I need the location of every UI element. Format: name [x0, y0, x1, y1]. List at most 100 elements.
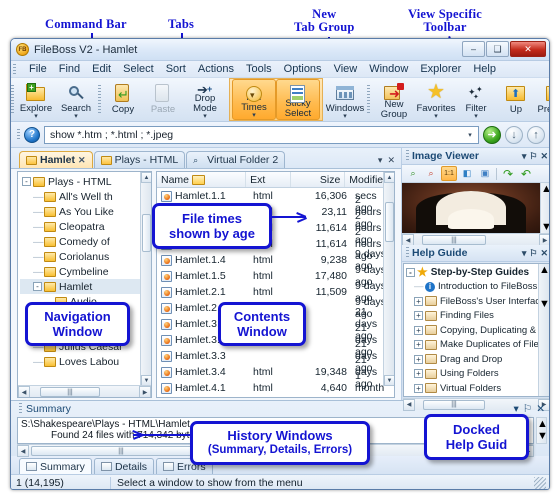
tree-expander-icon[interactable]: +: [414, 369, 423, 379]
column-chooser-icon[interactable]: [192, 174, 206, 185]
menu-item-help[interactable]: Help: [467, 62, 502, 76]
chevron-down-icon[interactable]: ▾: [203, 113, 207, 120]
tree-node[interactable]: — Coriolanus: [20, 249, 151, 264]
column-header-name[interactable]: Name: [157, 172, 247, 187]
arrow-down-icon[interactable]: ↓: [505, 125, 523, 144]
tree-vertical-scrollbar[interactable]: ▲ ▼: [140, 172, 151, 386]
close-button[interactable]: ✕: [510, 41, 546, 57]
tree-node[interactable]: — Loves Labou: [20, 354, 151, 369]
table-row[interactable]: Hamlet.4.1html4,6401 month ago: [157, 370, 394, 397]
scroll-down-icon[interactable]: ▼: [384, 375, 394, 386]
zoom-out-icon[interactable]: ⌕: [423, 166, 439, 181]
tree-expander-icon[interactable]: +: [414, 296, 423, 306]
help-guide-tree[interactable]: - ★ Step-by-Step Guides — i Introduction to F…: [404, 264, 538, 396]
toolbar-button-drop-mode[interactable]: ➔ + Drop Mode ▾: [183, 78, 227, 121]
actual-size-icon[interactable]: 1:1: [441, 166, 457, 181]
help-tree-node[interactable]: + Finding Files: [404, 309, 538, 324]
pin-icon[interactable]: ⚐: [529, 248, 537, 259]
toolbar-button-up[interactable]: ⬆ Up: [496, 78, 536, 121]
tree-node[interactable]: — All's Well th: [20, 189, 151, 204]
help-tree-node[interactable]: + Drag and Drop: [404, 352, 538, 367]
help-tree-node[interactable]: + Copying, Duplicating & Mo: [404, 323, 538, 338]
help-tree-node[interactable]: + Make Duplicates of Files,: [404, 338, 538, 353]
menu-item-options[interactable]: Options: [278, 62, 328, 76]
tree-expander-icon[interactable]: +: [414, 340, 423, 350]
tree-node[interactable]: — Comedy of: [20, 234, 151, 249]
pin-icon[interactable]: ⚐: [523, 403, 532, 415]
tree-expander-icon[interactable]: -: [22, 177, 31, 186]
scroll-down-icon[interactable]: ▼: [539, 298, 549, 310]
toolbar-button-previous[interactable]: ⬅Previous: [536, 78, 549, 121]
history-tab-details[interactable]: Details: [93, 458, 155, 474]
close-icon[interactable]: ✕: [540, 151, 548, 162]
scroll-down-icon[interactable]: ▼: [541, 221, 549, 233]
scroll-up-icon[interactable]: ▲: [539, 264, 549, 276]
menu-item-actions[interactable]: Actions: [192, 62, 240, 76]
scroll-up-icon[interactable]: ▲: [541, 183, 549, 195]
tab-plays-html[interactable]: Plays - HTML: [93, 151, 186, 168]
help-tree-node[interactable]: + Using Folders: [404, 367, 538, 382]
rotate-right-icon[interactable]: ↷: [500, 166, 516, 181]
tree-expander-icon[interactable]: +: [414, 383, 423, 393]
menu-item-sort[interactable]: Sort: [160, 62, 192, 76]
scroll-thumb[interactable]: [142, 214, 151, 252]
tab-hamlet[interactable]: Hamlet ✕: [19, 151, 93, 168]
hscroll-thumb[interactable]: |||: [40, 387, 100, 397]
arrow-up-icon[interactable]: ↑: [527, 125, 545, 144]
help-icon[interactable]: ?: [24, 126, 40, 143]
hscroll-thumb[interactable]: |||: [31, 446, 211, 456]
menu-item-edit[interactable]: Edit: [86, 62, 117, 76]
chevron-down-icon[interactable]: ▾: [252, 112, 256, 119]
help-tree-node[interactable]: + FileBoss's User Interface: [404, 294, 538, 309]
tab-close-icon[interactable]: ✕: [387, 155, 395, 166]
image-vertical-scrollbar[interactable]: ▲ ▼: [540, 183, 549, 233]
toolbar-button-explore[interactable]: + Explore ▾: [16, 78, 56, 121]
menu-item-window[interactable]: Window: [363, 62, 414, 76]
tree-node[interactable]: — Cleopatra: [20, 219, 151, 234]
panel-menu-icon[interactable]: ▾: [522, 151, 527, 162]
thumbnail-icon[interactable]: ▣: [477, 166, 493, 181]
list-vertical-scrollbar[interactable]: ▲ ▼: [383, 172, 394, 386]
scroll-up-icon[interactable]: ▲: [384, 172, 394, 183]
rotate-left-icon[interactable]: ↶: [518, 166, 534, 181]
column-header-ext[interactable]: Ext: [246, 172, 291, 187]
hscroll-thumb[interactable]: |||: [422, 235, 486, 245]
menu-grip-handle[interactable]: [13, 64, 16, 76]
tab-list-menu-icon[interactable]: ▾: [378, 155, 383, 166]
menu-item-select[interactable]: Select: [117, 62, 160, 76]
scroll-up-icon[interactable]: ▲: [141, 172, 151, 183]
close-icon[interactable]: ✕: [536, 403, 545, 415]
tree-expander-icon[interactable]: +: [414, 311, 423, 321]
tree-node[interactable]: - Hamlet: [20, 279, 151, 294]
image-horizontal-scrollbar[interactable]: ◀ ||| ▶: [402, 233, 549, 246]
help-tree-node[interactable]: — i Introduction to FileBoss: [404, 280, 538, 295]
pin-icon[interactable]: ⚐: [529, 151, 537, 162]
scroll-down-icon[interactable]: ▼: [537, 430, 548, 442]
toolbar-button-favorites[interactable]: ★ Favorites ▾: [416, 78, 456, 121]
close-icon[interactable]: ✕: [540, 248, 548, 259]
tab-virtual-folder-2[interactable]: ⌕ Virtual Folder 2: [186, 151, 286, 168]
maximize-button[interactable]: ❑: [486, 41, 509, 57]
toolbar-button-windows[interactable]: Windows ▾: [325, 78, 365, 121]
menu-item-view[interactable]: View: [328, 62, 364, 76]
zoom-in-icon[interactable]: ⌕: [405, 166, 421, 181]
scroll-right-icon[interactable]: ▶: [139, 386, 151, 397]
chevron-down-icon[interactable]: ▾: [434, 113, 438, 120]
chevron-down-icon[interactable]: ▾: [34, 113, 38, 120]
summary-vertical-scrollbar[interactable]: ▲ ▼: [536, 417, 548, 444]
fit-image-icon[interactable]: ◧: [459, 166, 475, 181]
tree-horizontal-scrollbar[interactable]: ◀ ||| ▶: [18, 385, 151, 397]
scroll-up-icon[interactable]: ▲: [537, 418, 548, 430]
minimize-button[interactable]: –: [462, 41, 485, 57]
scroll-thumb[interactable]: [385, 202, 394, 242]
toolbar-button-filter[interactable]: ✦ ✦ ✦ Filter ▾: [456, 78, 496, 121]
chevron-down-icon[interactable]: ▾: [74, 113, 78, 120]
go-icon[interactable]: ➜: [483, 125, 501, 144]
menu-item-tools[interactable]: Tools: [240, 62, 278, 76]
tree-expander-icon[interactable]: -: [33, 282, 42, 291]
column-header-size[interactable]: Size: [291, 172, 346, 187]
tree-expander-icon[interactable]: -: [406, 267, 415, 277]
chevron-down-icon[interactable]: ▾: [343, 113, 347, 120]
panel-grip[interactable]: [406, 247, 409, 259]
tree-expander-icon[interactable]: +: [414, 325, 423, 335]
